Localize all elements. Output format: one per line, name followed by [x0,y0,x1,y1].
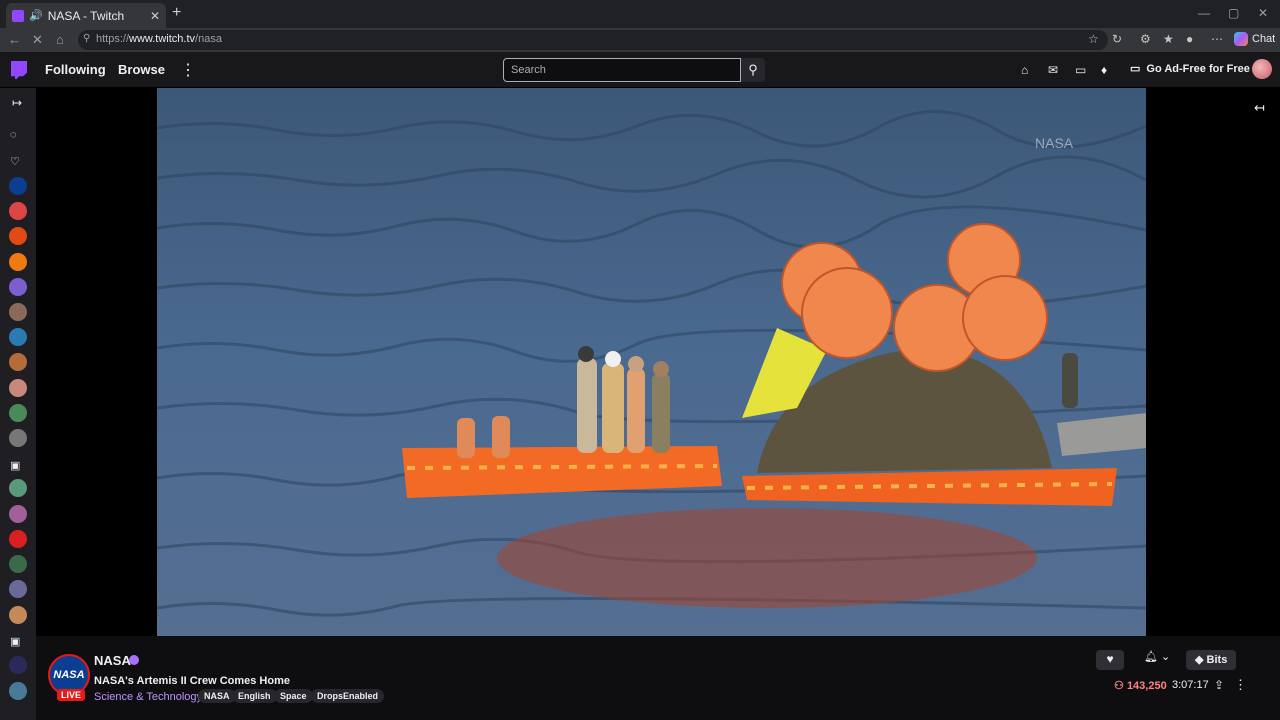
search-input[interactable]: Search [503,58,741,82]
channel-avatar[interactable] [9,555,27,573]
bits-button[interactable]: ◆ Bits [1186,650,1237,670]
stream-title: NASA's Artemis II Crew Comes Home [94,675,290,687]
notifications-button[interactable]: 🔔︎ ⌄ [1144,650,1170,663]
tag-nasa[interactable]: NASA [198,689,236,703]
copilot-icon [1234,32,1248,46]
bits-icon: ◆ [1195,654,1204,666]
tag-english[interactable]: English [232,689,277,703]
profile-icon[interactable]: ● [1186,32,1193,46]
site-info-icon[interactable]: ⚲ [83,33,90,44]
channel-avatar[interactable] [9,505,27,523]
copilot-chat-button[interactable]: Chat [1234,32,1275,46]
browser-tabbar: 🔊 NASA - Twitch ✕ + — ▢ ✕ [0,0,1280,28]
browser-toolbar: ← ✕ ⌂ https://www.twitch.tv/nasa ⚲ ☆ ↻ ⚙… [0,28,1280,52]
ad-free-icon: ▭ [1130,63,1141,75]
channel-name[interactable]: NASA [94,653,131,668]
tag-space[interactable]: Space [274,689,313,703]
viewer-icon: ⚇ [1114,680,1124,692]
browser-menu-icon[interactable]: ⋯ [1211,32,1223,46]
heart-icon: ♥ [1106,652,1114,666]
stream-video[interactable]: NASA [157,88,1146,636]
recommended-icon[interactable]: ◌ [10,129,17,141]
live-badge: LIVE [57,689,86,701]
favorites-icon[interactable]: ★ [1163,32,1174,46]
speaker-icon[interactable]: 🔊 [29,9,43,22]
verified-badge-icon [129,655,139,665]
viewer-count: ⚇ 143,250 [1114,680,1167,692]
favorite-star-icon[interactable]: ☆ [1088,32,1099,46]
channel-avatar[interactable] [9,656,27,674]
twitch-logo-icon[interactable] [11,61,27,79]
video-icon[interactable]: ▣ [10,635,20,648]
stream-info-bar: NASA LIVE NASA NASA's Artemis II Crew Co… [36,640,1280,720]
minimize-icon[interactable]: — [1198,6,1210,20]
prime-loot-icon[interactable]: ⌂ [1021,63,1028,77]
heart-icon[interactable]: ♡ [10,155,20,168]
maximize-icon[interactable]: ▢ [1228,6,1239,20]
address-bar[interactable]: https://www.twitch.tv/nasa [78,30,1108,50]
search-icon: ⚲ [748,62,758,77]
following-link[interactable]: Following [45,62,106,77]
tab-title: NASA - Twitch [47,8,125,23]
browser-tab[interactable]: 🔊 NASA - Twitch ✕ [6,3,166,28]
twitch-favicon-icon [12,9,24,22]
reload-icon[interactable]: ✕ [32,32,43,48]
video-player[interactable]: NASA [36,88,1280,636]
channel-avatar[interactable] [9,353,27,371]
window-close-icon[interactable]: ✕ [1258,6,1268,20]
video-icon[interactable]: ▣ [10,459,20,472]
channel-avatar[interactable] [9,278,27,296]
inbox-icon[interactable]: ✉ [1048,63,1058,77]
channel-avatar[interactable] [9,177,27,195]
twitch-top-nav: Following Browse ⋮ Search ⚲ ⌂ ✉ ▭ ♦ ▭ Go… [0,52,1280,88]
user-avatar[interactable] [1252,59,1272,79]
followed-channels-sidebar: ↦ ◌ ♡ ▣ ▣ [0,88,36,720]
channel-avatar[interactable] [9,253,27,271]
channel-avatar[interactable] [9,227,27,245]
browse-link[interactable]: Browse [118,62,165,77]
more-icon[interactable]: ⋮ [1234,677,1247,693]
channel-avatar[interactable] [9,202,27,220]
expand-chat-icon[interactable]: ↤ [1254,100,1265,116]
channel-avatar[interactable] [9,530,27,548]
recovery-scene-image: NASA [157,88,1146,636]
follow-button[interactable]: ♥ [1096,650,1124,670]
back-icon[interactable]: ← [8,32,21,47]
channel-avatar[interactable] [9,479,27,497]
channel-avatar[interactable] [9,606,27,624]
search-button[interactable]: ⚲ [741,58,765,82]
home-icon[interactable]: ⌂ [56,32,64,47]
channel-avatar[interactable] [9,328,27,346]
close-tab-icon[interactable]: ✕ [150,9,160,23]
channel-avatar[interactable] [9,580,27,598]
more-menu-icon[interactable]: ⋮ [180,60,196,80]
channel-avatar[interactable] [9,404,27,422]
crown-icon[interactable]: ♦ [1101,63,1107,77]
channel-avatar[interactable] [9,303,27,321]
go-ad-free-button[interactable]: ▭ Go Ad-Free for Free [1130,62,1250,76]
new-tab-icon[interactable]: + [172,4,181,22]
expand-sidebar-icon[interactable]: ↦ [12,96,22,110]
share-icon[interactable]: ⇪ [1214,678,1224,692]
bell-icon: 🔔︎ [1144,651,1158,663]
channel-avatar[interactable] [9,682,27,700]
refresh-icon[interactable]: ↻ [1112,32,1122,46]
whispers-icon[interactable]: ▭ [1075,63,1086,77]
channel-avatar[interactable] [9,379,27,397]
category-link[interactable]: Science & Technology [94,691,202,703]
tag-dropsenabled[interactable]: DropsEnabled [311,689,385,703]
svg-text:NASA: NASA [1035,135,1074,151]
channel-avatar[interactable] [9,429,27,447]
stream-uptime: 3:07:17 [1172,679,1209,691]
extensions-icon[interactable]: ⚙ [1140,32,1151,46]
